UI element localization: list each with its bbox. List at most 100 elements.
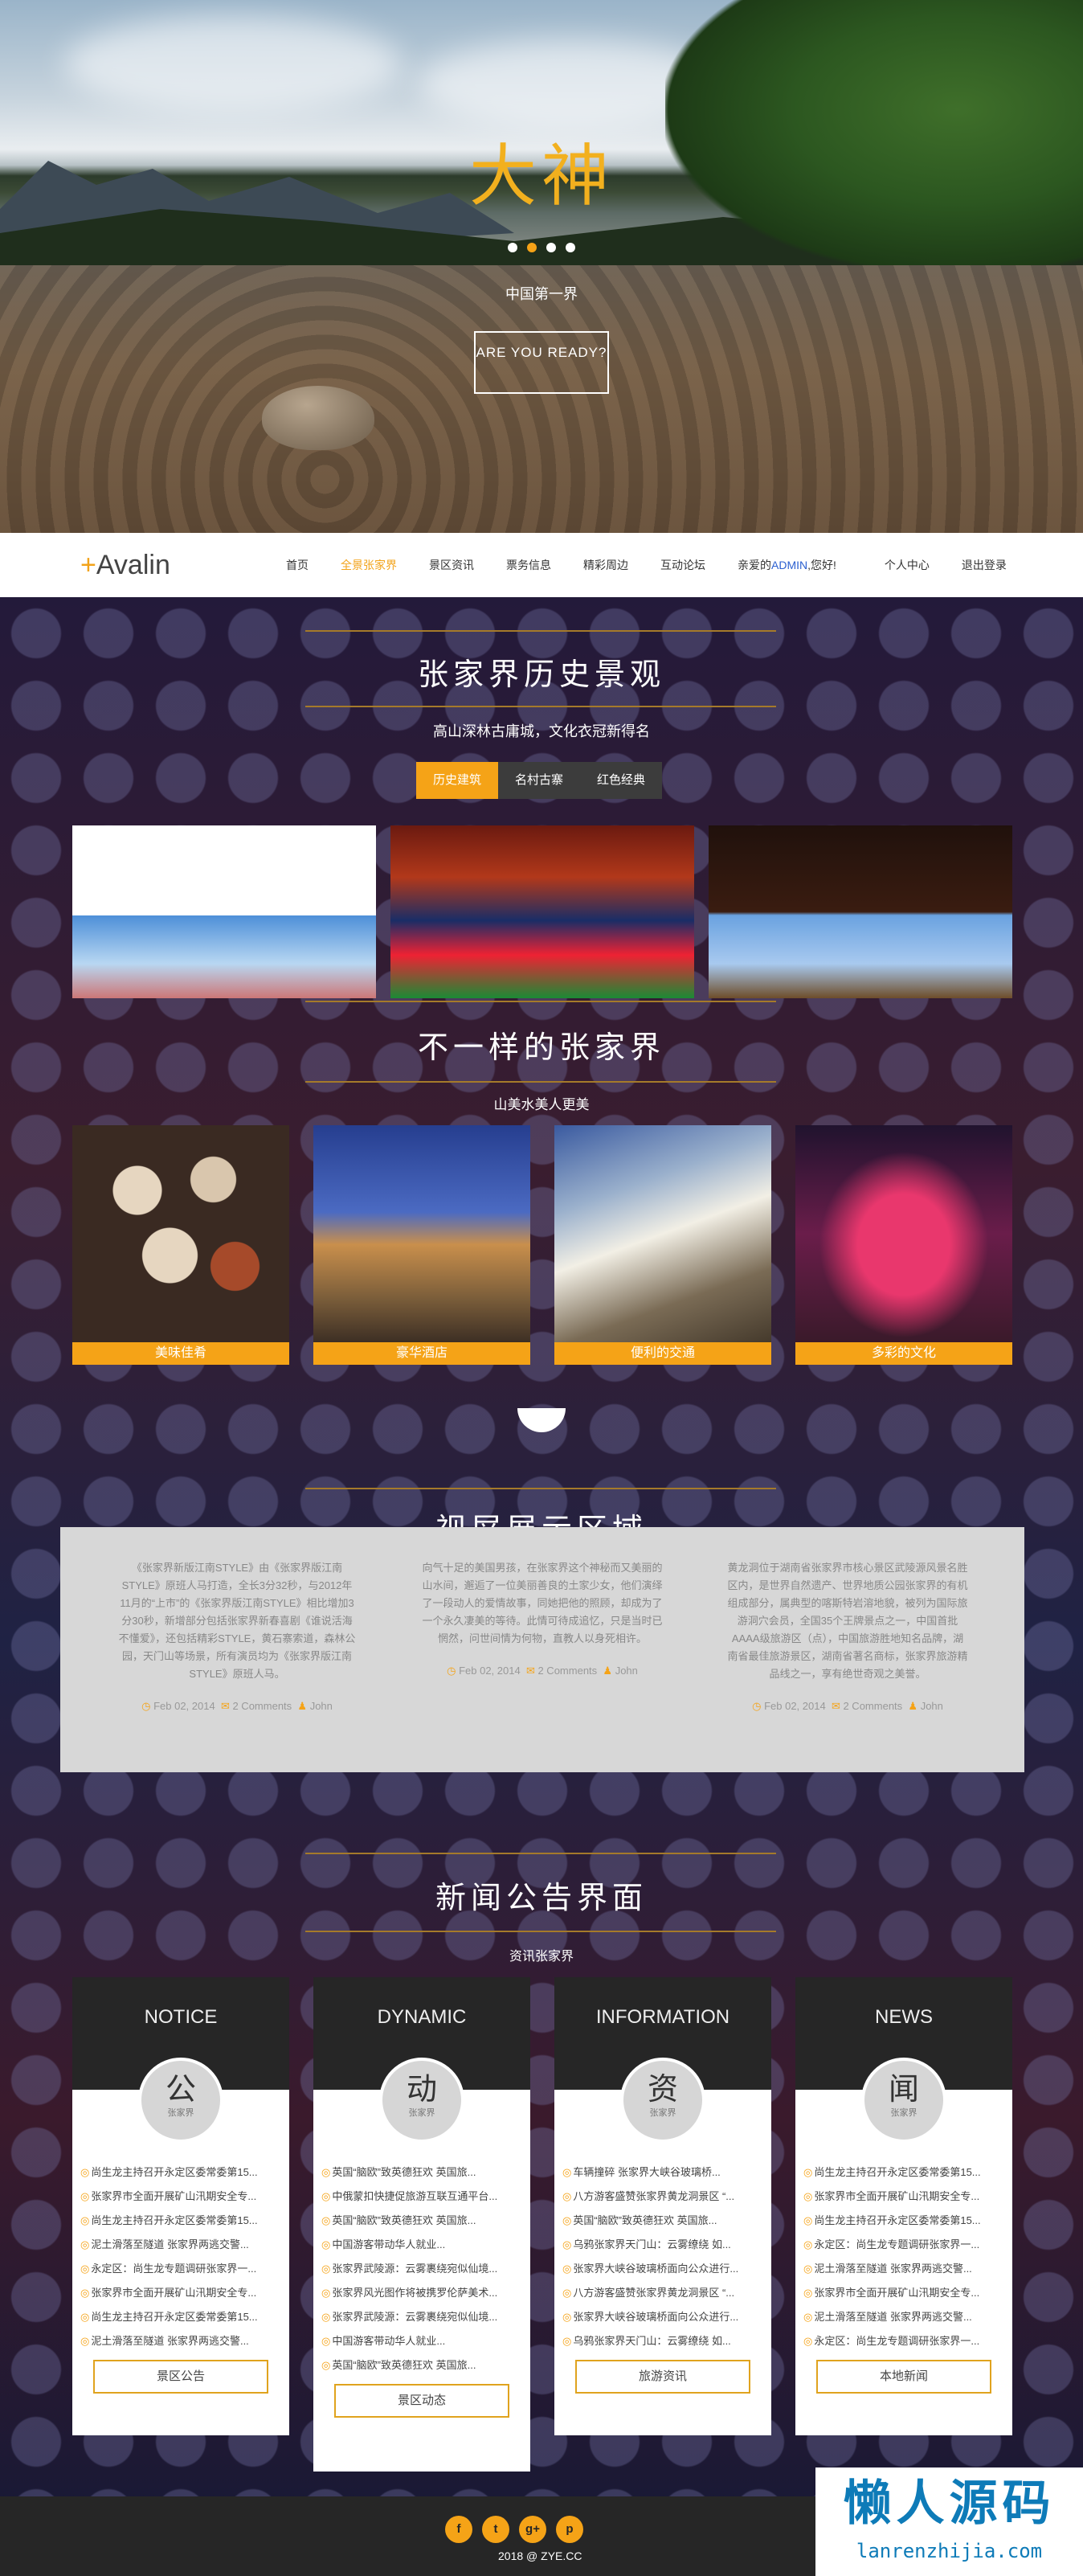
- news-list-item[interactable]: 泥土滑落至隧道 张家界两逃交警...: [80, 2329, 281, 2353]
- video-column: 《张家界新版江南STYLE》由《张家界版江南STYLE》原班人马打造，全长3分3…: [84, 1559, 390, 1772]
- clock-icon: ◷: [141, 1700, 151, 1712]
- news-list: 英国“脑欧”致英德狂欢 英国旅...中俄蒙扣快捷促旅游互联互通平台...英国“脑…: [321, 2160, 522, 2377]
- news-list-item[interactable]: 泥土滑落至隧道 张家界两逃交警...: [803, 2257, 1004, 2281]
- news-list-item[interactable]: 中俄蒙扣快捷促旅游互联互通平台...: [321, 2185, 522, 2209]
- feature-card-transport[interactable]: 便利的交通: [554, 1125, 771, 1365]
- social-links: f t g+ p: [445, 2516, 583, 2543]
- facebook-icon[interactable]: f: [445, 2516, 472, 2543]
- video-column: 向气十足的美国男孩，在张家界这个神秘而又美丽的山水间，邂逅了一位美丽善良的土家少…: [390, 1559, 695, 1772]
- news-more-button[interactable]: 本地新闻: [816, 2360, 991, 2394]
- news-box-badge: 资张家界: [620, 2058, 705, 2143]
- divider: [305, 1001, 776, 1002]
- news-subtitle: 资讯张家界: [509, 1950, 574, 1964]
- video-author[interactable]: John: [310, 1700, 333, 1712]
- logo[interactable]: +Avalin: [80, 550, 270, 581]
- news-list-item[interactable]: 尚生龙主持召开永定区委常委第15...: [80, 2305, 281, 2329]
- gallery-image[interactable]: [390, 825, 694, 998]
- news-list-item[interactable]: 尚生龙主持召开永定区委常委第15...: [803, 2209, 1004, 2233]
- news-list-item[interactable]: 永定区：尚生龙专题调研张家界一...: [803, 2329, 1004, 2353]
- nav-panorama[interactable]: 全景张家界: [325, 557, 413, 573]
- nav-personal-center[interactable]: 个人中心: [868, 557, 946, 573]
- news-list-item[interactable]: 尚生龙主持召开永定区委常委第15...: [80, 2160, 281, 2185]
- news-list-item[interactable]: 永定区：尚生龙专题调研张家界一...: [80, 2257, 281, 2281]
- news-list-item[interactable]: 张家界市全面开展矿山汛期安全专...: [803, 2185, 1004, 2209]
- video-author[interactable]: John: [921, 1700, 943, 1712]
- ready-button[interactable]: ARE YOU READY?: [474, 331, 609, 394]
- badge-subtext: 张家界: [167, 2108, 194, 2118]
- feature-cards: 美味佳肴 豪华酒店 便利的交通 多彩的文化: [72, 1125, 1012, 1365]
- feature-card-food[interactable]: 美味佳肴: [72, 1125, 289, 1365]
- gallery-image[interactable]: [709, 825, 1012, 998]
- slider-dot[interactable]: [508, 243, 517, 252]
- news-list-item[interactable]: 永定区：尚生龙专题调研张家界一...: [803, 2233, 1004, 2257]
- news-list-item[interactable]: 八方游客盛赞张家界黄龙洞景区 “...: [562, 2281, 763, 2305]
- news-list-item[interactable]: 张家界武陵源：云雾裹绕宛似仙境...: [321, 2305, 522, 2329]
- lake: [0, 265, 1083, 533]
- news-list-item[interactable]: 英国“脑欧”致英德狂欢 英国旅...: [562, 2209, 763, 2233]
- tab-red-classics[interactable]: 红色经典: [580, 762, 662, 799]
- news-list-item[interactable]: 张家界市全面开展矿山汛期安全专...: [803, 2281, 1004, 2305]
- nav-home[interactable]: 首页: [270, 557, 325, 573]
- news-list-item[interactable]: 乌鸦张家界天门山：云雾缭绕 如...: [562, 2329, 763, 2353]
- tab-ancient-villages[interactable]: 名村古寨: [498, 762, 580, 799]
- video-author[interactable]: John: [615, 1665, 638, 1677]
- nav-tickets[interactable]: 票务信息: [490, 557, 567, 573]
- divider: [305, 706, 776, 707]
- slider-dot-active[interactable]: [527, 243, 537, 252]
- slider-dot[interactable]: [566, 243, 575, 252]
- news-list-item[interactable]: 中国游客带动华人就业...: [321, 2233, 522, 2257]
- news-list-item[interactable]: 中国游客带动华人就业...: [321, 2329, 522, 2353]
- news-list-item[interactable]: 张家界风光图作将被携罗伦萨美术...: [321, 2281, 522, 2305]
- nav-nearby[interactable]: 精彩周边: [567, 557, 644, 573]
- food-image: [72, 1125, 289, 1342]
- news-more-button[interactable]: 景区动态: [334, 2384, 509, 2418]
- news-list-item[interactable]: 尚生龙主持召开永定区委常委第15...: [80, 2209, 281, 2233]
- news-more-button[interactable]: 景区公告: [93, 2360, 268, 2394]
- twitter-icon[interactable]: t: [482, 2516, 509, 2543]
- nav-forum[interactable]: 互动论坛: [644, 557, 721, 573]
- news-list-item[interactable]: 车辆撞碎 张家界大峡谷玻璃桥...: [562, 2160, 763, 2185]
- news-more-button[interactable]: 旅游资讯: [575, 2360, 750, 2394]
- news-list-item[interactable]: 乌鸦张家界天门山：云雾缭绕 如...: [562, 2233, 763, 2257]
- tab-historic-buildings[interactable]: 历史建筑: [416, 762, 498, 799]
- news-list-item[interactable]: 泥土滑落至隧道 张家界两逃交警...: [80, 2233, 281, 2257]
- news-list-item[interactable]: 八方游客盛赞张家界黄龙洞景区 “...: [562, 2185, 763, 2209]
- watermark: 懒人源码 lanrenzhijia.com: [815, 2467, 1083, 2576]
- pinterest-icon[interactable]: p: [556, 2516, 583, 2543]
- hotel-image: [313, 1125, 530, 1342]
- news-list-item[interactable]: 英国“脑欧”致英德狂欢 英国旅...: [321, 2160, 522, 2185]
- slider-dot[interactable]: [546, 243, 556, 252]
- news-list-item[interactable]: 张家界市全面开展矿山汛期安全专...: [80, 2281, 281, 2305]
- news-list-item[interactable]: 张家界大峡谷玻璃桥面向公众进行...: [562, 2305, 763, 2329]
- card-label: 豪华酒店: [313, 1342, 530, 1365]
- video-description: 黄龙洞位于湖南省张家界市核心景区武陵源风景名胜区内，是世界自然遗产、世界地质公园…: [727, 1562, 968, 1680]
- news-list-item[interactable]: 泥土滑落至隧道 张家界两逃交警...: [803, 2305, 1004, 2329]
- user-icon: ♟: [297, 1700, 308, 1712]
- news-list-item[interactable]: 尚生龙主持召开永定区委常委第15...: [803, 2160, 1004, 2185]
- video-comments[interactable]: 2 Comments: [232, 1700, 292, 1712]
- feature-card-hotel[interactable]: 豪华酒店: [313, 1125, 530, 1365]
- google-plus-icon[interactable]: g+: [519, 2516, 546, 2543]
- history-subtitle: 高山深林古庸城，文化衣冠新得名: [433, 723, 650, 739]
- news-list-item[interactable]: 英国“脑欧”致英德狂欢 英国旅...: [321, 2209, 522, 2233]
- nav-user-greeting[interactable]: 亲爱的ADMIN,您好!: [721, 557, 852, 573]
- nav-news[interactable]: 景区资讯: [413, 557, 490, 573]
- video-column: 黄龙洞位于湖南省张家界市核心景区武陵源风景名胜区内，是世界自然遗产、世界地质公园…: [695, 1559, 1000, 1772]
- video-comments[interactable]: 2 Comments: [537, 1665, 597, 1677]
- gallery-image[interactable]: [72, 825, 376, 998]
- video-comments[interactable]: 2 Comments: [843, 1700, 902, 1712]
- top-nav: +Avalin 首页 全景张家界 景区资讯 票务信息 精彩周边 互动论坛 亲爱的…: [0, 533, 1083, 597]
- slider-dots[interactable]: [0, 243, 1083, 252]
- news-list-item[interactable]: 英国“脑欧”致英德狂欢 英国旅...: [321, 2353, 522, 2377]
- comment-icon: ✉: [525, 1665, 535, 1677]
- culture-image: [795, 1125, 1012, 1342]
- feature-card-culture[interactable]: 多彩的文化: [795, 1125, 1012, 1365]
- greeting-suffix: ,您好!: [807, 559, 836, 571]
- news-list-item[interactable]: 张家界大峡谷玻璃桥面向公众进行...: [562, 2257, 763, 2281]
- news-list-item[interactable]: 张家界市全面开展矿山汛期安全专...: [80, 2185, 281, 2209]
- badge-subtext: 张家界: [408, 2108, 435, 2118]
- news-list-item[interactable]: 张家界武陵源：云雾裹绕宛似仙境...: [321, 2257, 522, 2281]
- news-list: 尚生龙主持召开永定区委常委第15...张家界市全面开展矿山汛期安全专...尚生龙…: [803, 2160, 1004, 2353]
- news-box-badge: 公张家界: [138, 2058, 223, 2143]
- nav-logout[interactable]: 退出登录: [946, 557, 1023, 573]
